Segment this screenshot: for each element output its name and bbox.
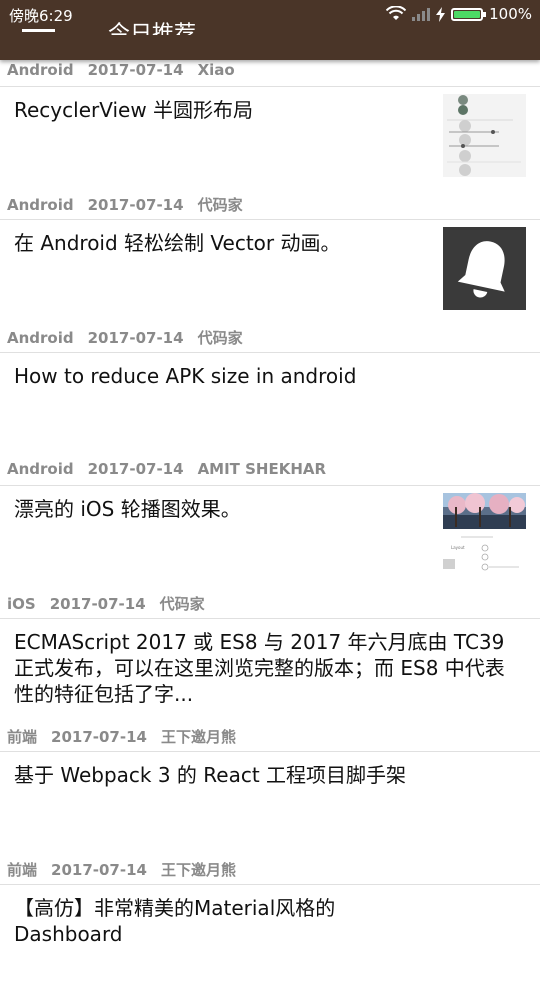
article-title[interactable]: How to reduce APK size in android <box>14 363 522 389</box>
article-date: 2017-07-14 <box>51 861 147 879</box>
bell-icon <box>457 240 505 297</box>
article-title[interactable]: 基于 Webpack 3 的 React 工程项目脚手架 <box>14 762 522 788</box>
divider <box>0 219 540 220</box>
article-title[interactable]: 【高仿】非常精美的Material风格的Dashboard <box>14 895 360 947</box>
settings-ui-thumbnail[interactable] <box>443 94 526 177</box>
divider <box>0 86 540 87</box>
bell-thumbnail[interactable] <box>443 227 526 310</box>
article-date: 2017-07-14 <box>49 595 146 613</box>
article-meta: Android 2017-07-14 代码家 <box>7 327 257 348</box>
article-card[interactable]: iOS 2017-07-14 代码家 ECMAScript 2017 或 ES8 与… <box>0 592 540 725</box>
article-author: 王下邀月熊 <box>160 728 236 746</box>
charging-icon <box>436 6 446 22</box>
article-date: 2017-07-14 <box>87 329 184 347</box>
article-card[interactable]: Android 2017-07-14 代码家 How to reduce APK s… <box>0 326 540 459</box>
article-title[interactable]: RecyclerView 半圆形布局 <box>14 97 430 123</box>
article-category: Android <box>7 460 74 478</box>
app-bar: 傍晚6:29 100% 今日推荐 <box>0 0 540 60</box>
signal-icon <box>412 8 431 21</box>
article-card[interactable]: 前端 2017-07-14 王下邀月熊 基于 Webpack 3 的 React 工… <box>0 725 540 858</box>
article-author: 王下邀月熊 <box>160 861 236 879</box>
article-title[interactable]: 漂亮的 iOS 轮播图效果。 <box>14 496 430 522</box>
article-date: 2017-07-14 <box>87 460 184 478</box>
article-category: Android <box>7 61 74 79</box>
article-date: 2017-07-14 <box>51 728 147 746</box>
article-category: 前端 <box>7 861 38 879</box>
article-author: AMIT SHEKHAR <box>197 460 327 478</box>
battery-icon <box>451 7 487 21</box>
article-meta: 前端 2017-07-14 王下邀月熊 <box>7 726 250 747</box>
article-title[interactable]: ECMAScript 2017 或 ES8 与 2017 年六月底由 TC39 … <box>14 629 522 707</box>
article-date: 2017-07-14 <box>87 61 184 79</box>
article-card[interactable]: Android 2017-07-14 Xiao RecyclerView 半圆形布局 <box>0 60 540 193</box>
article-card[interactable]: Android 2017-07-14 AMIT SHEKHAR 漂亮的 iOS 轮播… <box>0 459 540 592</box>
article-category: Android <box>7 329 74 347</box>
article-card[interactable]: 前端 2017-07-14 王下邀月熊 【高仿】非常精美的Material风格的Da… <box>0 858 540 991</box>
divider <box>0 352 540 353</box>
battery-percent: 100% <box>489 5 532 23</box>
article-meta: 前端 2017-07-14 王下邀月熊 <box>7 859 250 880</box>
carousel-photo-thumbnail[interactable]: Layout <box>443 493 526 576</box>
article-author: 代码家 <box>197 196 243 214</box>
article-author: 代码家 <box>159 595 205 613</box>
article-meta: iOS 2017-07-14 代码家 <box>7 593 219 614</box>
divider <box>0 751 540 752</box>
article-category: iOS <box>7 595 36 613</box>
article-date: 2017-07-14 <box>87 196 184 214</box>
wifi-icon <box>386 6 407 20</box>
article-author: Xiao <box>197 61 235 79</box>
divider <box>0 618 540 619</box>
article-feed: Android 2017-07-14 Xiao RecyclerView 半圆形布局 <box>0 60 540 991</box>
article-meta: Android 2017-07-14 代码家 <box>7 194 257 215</box>
article-meta: Android 2017-07-14 AMIT SHEKHAR <box>7 460 340 478</box>
article-category: 前端 <box>7 728 38 746</box>
svg-text:Layout: Layout <box>451 545 465 550</box>
article-author: 代码家 <box>197 329 243 347</box>
article-category: Android <box>7 196 74 214</box>
divider <box>0 884 540 885</box>
status-time: 傍晚6:29 <box>9 7 73 25</box>
article-meta: Android 2017-07-14 Xiao <box>7 61 249 79</box>
toolbar-title: 今日推荐 <box>108 22 197 47</box>
menu-icon[interactable] <box>22 29 55 32</box>
status-icons: 100% <box>386 4 532 24</box>
article-title[interactable]: 在 Android 轻松绘制 Vector 动画。 <box>14 230 430 256</box>
article-card[interactable]: Android 2017-07-14 代码家 在 Android 轻松绘制 Vect… <box>0 193 540 326</box>
divider <box>0 485 540 486</box>
